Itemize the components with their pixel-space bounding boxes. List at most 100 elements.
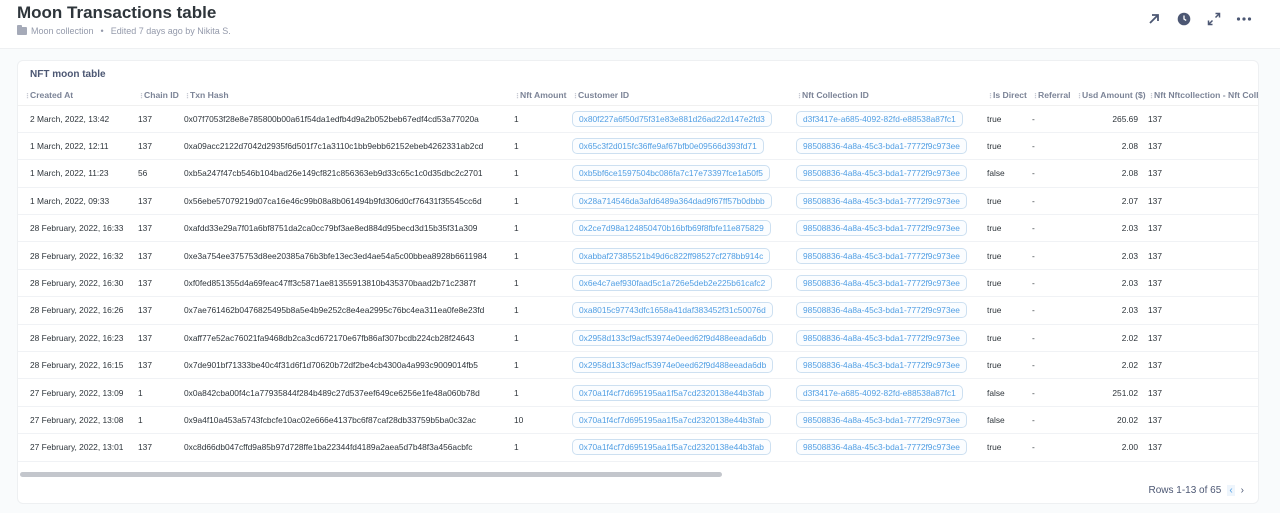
customer-id-link[interactable]: 0x70a1f4cf7d695195aa1f5a7cd2320138e44b3f…: [572, 384, 771, 401]
column-header-is-direct[interactable]: ⋮Is Direct: [987, 86, 1032, 106]
cell-nft-nftcollection: 137: [1148, 241, 1258, 270]
cell-chain-id: 137: [138, 241, 184, 270]
column-header-chain-id[interactable]: ⋮Chain ID: [138, 86, 184, 106]
table-body: 2 March, 2022, 13:42 137 0x07f7053f28e8e78…: [18, 105, 1258, 462]
cell-customer-id[interactable]: 0x70a1f4cf7d695195aa1f5a7cd2320138e44b3f…: [572, 406, 796, 435]
collection-id-link[interactable]: 98508836-4a8a-45c3-bda1-7772f9c973ee: [796, 329, 967, 346]
customer-id-link[interactable]: 0xa8015c97743dfc1658a41daf383452f31c5007…: [572, 302, 773, 319]
customer-id-link[interactable]: 0x65c3f2d015fc36ffe9af67bfb0e09566d393fd…: [572, 138, 764, 155]
cell-chain-id: 137: [138, 433, 184, 462]
cell-nft-collection-id[interactable]: 98508836-4a8a-45c3-bda1-7772f9c973ee: [796, 214, 987, 243]
table-card: NFT moon table ⋮Created At ⋮Chain ID ⋮Txn …: [17, 60, 1259, 504]
cell-nft-collection-id[interactable]: 98508836-4a8a-45c3-bda1-7772f9c973ee: [796, 159, 987, 188]
cell-referral: -: [1032, 241, 1076, 270]
cell-nft-amount: 1: [514, 351, 572, 380]
cell-nft-amount: 1: [514, 378, 572, 407]
cell-referral: -: [1032, 105, 1076, 133]
collection-id-link[interactable]: 98508836-4a8a-45c3-bda1-7772f9c973ee: [796, 439, 967, 456]
table-wrapper[interactable]: ⋮Created At ⋮Chain ID ⋮Txn Hash ⋮Nft Amount…: [18, 86, 1259, 471]
cell-chain-id: 137: [138, 105, 184, 133]
collection-id-link[interactable]: d3f3417e-a685-4092-82fd-e88538a87fc1: [796, 384, 963, 401]
column-header-customer-id[interactable]: ⋮Customer ID: [572, 86, 796, 106]
chevron-left-icon[interactable]: ‹: [1227, 485, 1235, 496]
cell-txn-hash: 0xaff77e52ac76021fa9468db2ca3cd672170e67…: [184, 324, 514, 353]
collection-id-link[interactable]: 98508836-4a8a-45c3-bda1-7772f9c973ee: [796, 220, 967, 237]
collection-id-link[interactable]: 98508836-4a8a-45c3-bda1-7772f9c973ee: [796, 302, 967, 319]
cell-customer-id[interactable]: 0x6e4c7aef930faad5c1a726e5deb2e225b61caf…: [572, 269, 796, 298]
cell-customer-id[interactable]: 0x65c3f2d015fc36ffe9af67bfb0e09566d393fd…: [572, 132, 796, 161]
column-header-txn-hash[interactable]: ⋮Txn Hash: [184, 86, 514, 106]
collection-id-link[interactable]: 98508836-4a8a-45c3-bda1-7772f9c973ee: [796, 192, 967, 209]
column-header-usd-amount[interactable]: ⋮Usd Amount ($): [1076, 86, 1148, 106]
scrollbar-thumb[interactable]: [20, 472, 722, 477]
column-header-label: Nft Nftcollection - Nft Collec: [1154, 90, 1259, 101]
collection-id-link[interactable]: 98508836-4a8a-45c3-bda1-7772f9c973ee: [796, 411, 967, 428]
column-header-nft-nftcollection[interactable]: ⋮Nft Nftcollection - Nft Collec: [1148, 86, 1259, 106]
cell-customer-id[interactable]: 0xb5bf6ce1597504bc086fa7c17e73397fce1a50…: [572, 159, 796, 188]
cell-usd-amount: 2.03: [1076, 214, 1148, 243]
clock-icon[interactable]: [1176, 11, 1192, 27]
pagination: Rows 1-13 of 65 ‹ ›: [1148, 485, 1244, 496]
column-header-created-at[interactable]: ⋮Created At: [18, 86, 138, 106]
column-header-nft-collection-id[interactable]: ⋮Nft Collection ID: [796, 86, 987, 106]
customer-id-link[interactable]: 0x80f227a6f50d75f31e83e881d26ad22d147e2f…: [572, 110, 772, 127]
horizontal-scrollbar[interactable]: [20, 472, 1256, 477]
cell-customer-id[interactable]: 0x28a714546da3afd6489a364dad9f67ff57b0db…: [572, 187, 796, 216]
customer-id-link[interactable]: 0x70a1f4cf7d695195aa1f5a7cd2320138e44b3f…: [572, 411, 771, 428]
cell-nft-collection-id[interactable]: 98508836-4a8a-45c3-bda1-7772f9c973ee: [796, 324, 987, 353]
cell-is-direct: true: [987, 269, 1032, 298]
cell-nft-collection-id[interactable]: 98508836-4a8a-45c3-bda1-7772f9c973ee: [796, 351, 987, 380]
cell-nft-collection-id[interactable]: 98508836-4a8a-45c3-bda1-7772f9c973ee: [796, 241, 987, 270]
table-row: 28 February, 2022, 16:23 137 0xaff77e52ac7…: [18, 324, 1258, 353]
collection-id-link[interactable]: 98508836-4a8a-45c3-bda1-7772f9c973ee: [796, 165, 967, 182]
cell-nft-collection-id[interactable]: 98508836-4a8a-45c3-bda1-7772f9c973ee: [796, 433, 987, 462]
cell-customer-id[interactable]: 0xa8015c97743dfc1658a41daf383452f31c5007…: [572, 296, 796, 325]
cell-referral: -: [1032, 378, 1076, 407]
customer-id-link[interactable]: 0x2958d133cf9acf53974e0eed62f9d488eeada6…: [572, 357, 774, 374]
customer-id-link[interactable]: 0xb5bf6ce1597504bc086fa7c17e73397fce1a50…: [572, 165, 770, 182]
cell-customer-id[interactable]: 0x2ce7d98a124850470b16bfb69f8fbfe11e8758…: [572, 214, 796, 243]
column-header-label: Nft Collection ID: [802, 90, 869, 101]
meta-separator: •: [100, 26, 104, 36]
cell-chain-id: 1: [138, 406, 184, 435]
collection-id-link[interactable]: d3f3417e-a685-4092-82fd-e88538a87fc1: [796, 110, 963, 127]
cell-nft-collection-id[interactable]: 98508836-4a8a-45c3-bda1-7772f9c973ee: [796, 187, 987, 216]
customer-id-link[interactable]: 0x2ce7d98a124850470b16bfb69f8fbfe11e8758…: [572, 220, 771, 237]
customer-id-link[interactable]: 0x2958d133cf9acf53974e0eed62f9d488eeada6…: [572, 329, 774, 346]
ellipsis-icon[interactable]: [1236, 11, 1252, 27]
column-header-nft-amount[interactable]: ⋮Nft Amount: [514, 86, 572, 106]
cell-nft-collection-id[interactable]: 98508836-4a8a-45c3-bda1-7772f9c973ee: [796, 269, 987, 298]
expand-icon[interactable]: [1206, 11, 1222, 27]
edited-info[interactable]: Edited 7 days ago by Nikita S.: [111, 26, 231, 36]
cell-customer-id[interactable]: 0x2958d133cf9acf53974e0eed62f9d488eeada6…: [572, 351, 796, 380]
cell-customer-id[interactable]: 0x70a1f4cf7d695195aa1f5a7cd2320138e44b3f…: [572, 378, 796, 407]
collection-link[interactable]: Moon collection: [31, 26, 94, 36]
cell-nft-collection-id[interactable]: 98508836-4a8a-45c3-bda1-7772f9c973ee: [796, 296, 987, 325]
column-header-referral[interactable]: ⋮Referral: [1032, 86, 1076, 106]
page-title: Moon Transactions table: [17, 3, 217, 22]
arrow-up-right-icon[interactable]: [1146, 11, 1162, 27]
cell-usd-amount: 2.03: [1076, 241, 1148, 270]
cell-txn-hash: 0xc8d66db047cffd9a85b97d728ffe1ba22344fd…: [184, 433, 514, 462]
cell-usd-amount: 2.02: [1076, 324, 1148, 353]
cell-nft-nftcollection: 137: [1148, 269, 1258, 298]
customer-id-link[interactable]: 0xabbaf27385521b49d6c822ff98527cf278bb91…: [572, 247, 771, 264]
customer-id-link[interactable]: 0x6e4c7aef930faad5c1a726e5deb2e225b61caf…: [572, 275, 773, 292]
cell-customer-id[interactable]: 0x2958d133cf9acf53974e0eed62f9d488eeada6…: [572, 324, 796, 353]
collection-id-link[interactable]: 98508836-4a8a-45c3-bda1-7772f9c973ee: [796, 138, 967, 155]
cell-customer-id[interactable]: 0x70a1f4cf7d695195aa1f5a7cd2320138e44b3f…: [572, 433, 796, 462]
cell-customer-id[interactable]: 0xabbaf27385521b49d6c822ff98527cf278bb91…: [572, 241, 796, 270]
chevron-right-icon[interactable]: ›: [1241, 485, 1244, 496]
customer-id-link[interactable]: 0x28a714546da3afd6489a364dad9f67ff57b0db…: [572, 192, 772, 209]
cell-nft-collection-id[interactable]: 98508836-4a8a-45c3-bda1-7772f9c973ee: [796, 132, 987, 161]
cell-nft-collection-id[interactable]: d3f3417e-a685-4092-82fd-e88538a87fc1: [796, 378, 987, 407]
cell-chain-id: 137: [138, 324, 184, 353]
cell-nft-collection-id[interactable]: 98508836-4a8a-45c3-bda1-7772f9c973ee: [796, 406, 987, 435]
customer-id-link[interactable]: 0x70a1f4cf7d695195aa1f5a7cd2320138e44b3f…: [572, 439, 771, 456]
collection-id-link[interactable]: 98508836-4a8a-45c3-bda1-7772f9c973ee: [796, 247, 967, 264]
cell-customer-id[interactable]: 0x80f227a6f50d75f31e83e881d26ad22d147e2f…: [572, 105, 796, 133]
collection-id-link[interactable]: 98508836-4a8a-45c3-bda1-7772f9c973ee: [796, 275, 967, 292]
cell-nft-collection-id[interactable]: d3f3417e-a685-4092-82fd-e88538a87fc1: [796, 105, 987, 133]
collection-id-link[interactable]: 98508836-4a8a-45c3-bda1-7772f9c973ee: [796, 357, 967, 374]
pagination-label: Rows 1-13 of 65: [1148, 485, 1222, 496]
